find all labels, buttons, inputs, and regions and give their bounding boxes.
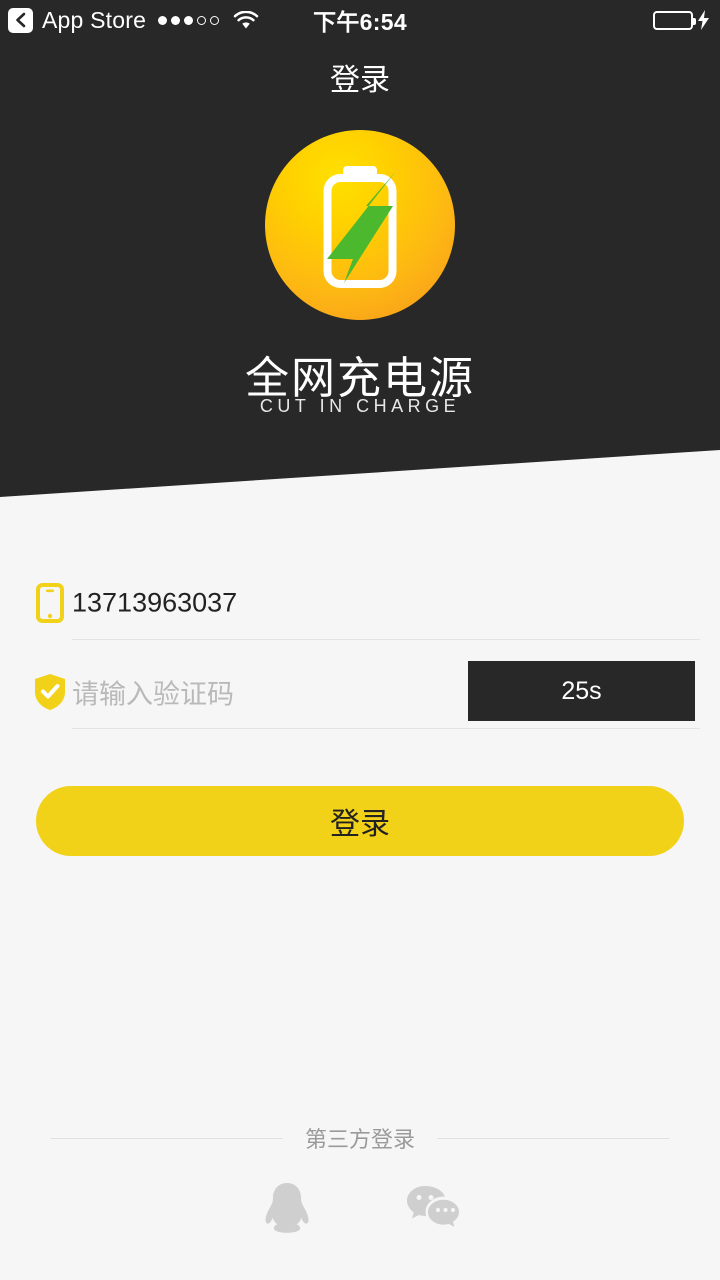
battery-charge-logo	[265, 130, 455, 320]
page-title: 登录	[330, 64, 390, 97]
divider-line-right	[437, 1137, 669, 1139]
third-party-login-options	[0, 1180, 720, 1236]
field-underline	[72, 728, 700, 729]
wechat-bubbles-icon	[407, 1186, 459, 1227]
verification-code-input[interactable]: 请输入验证码	[72, 673, 234, 712]
status-bar-time: 下午6:54	[313, 9, 407, 35]
mobile-phone-icon	[32, 583, 68, 623]
shield-check-icon	[32, 672, 68, 712]
login-button[interactable]: 登录	[36, 786, 684, 856]
third-party-divider: 第三方登录	[0, 1122, 720, 1154]
send-code-button[interactable]: 25s	[468, 661, 695, 721]
field-underline	[72, 639, 700, 640]
wechat-login-button[interactable]	[405, 1180, 461, 1236]
divider-line-left	[50, 1137, 283, 1139]
battery-icon	[653, 10, 696, 30]
qq-login-button[interactable]	[259, 1180, 315, 1236]
login-screen: App Store 下午6:54 登录 全网充电源 CUT IN CHARGE …	[0, 0, 720, 1280]
third-party-login-label: 第三方登录	[304, 1127, 415, 1152]
app-slogan: CUT IN CHARGE	[259, 396, 461, 416]
lightning-bolt-icon	[698, 10, 709, 30]
phone-input[interactable]: 13713963037	[72, 588, 237, 619]
phone-field-row[interactable]: 13713963037	[0, 566, 720, 640]
status-bar: App Store 下午6:54	[0, 0, 720, 40]
qq-penguin-icon	[265, 1183, 309, 1233]
status-bar-right	[653, 10, 710, 30]
